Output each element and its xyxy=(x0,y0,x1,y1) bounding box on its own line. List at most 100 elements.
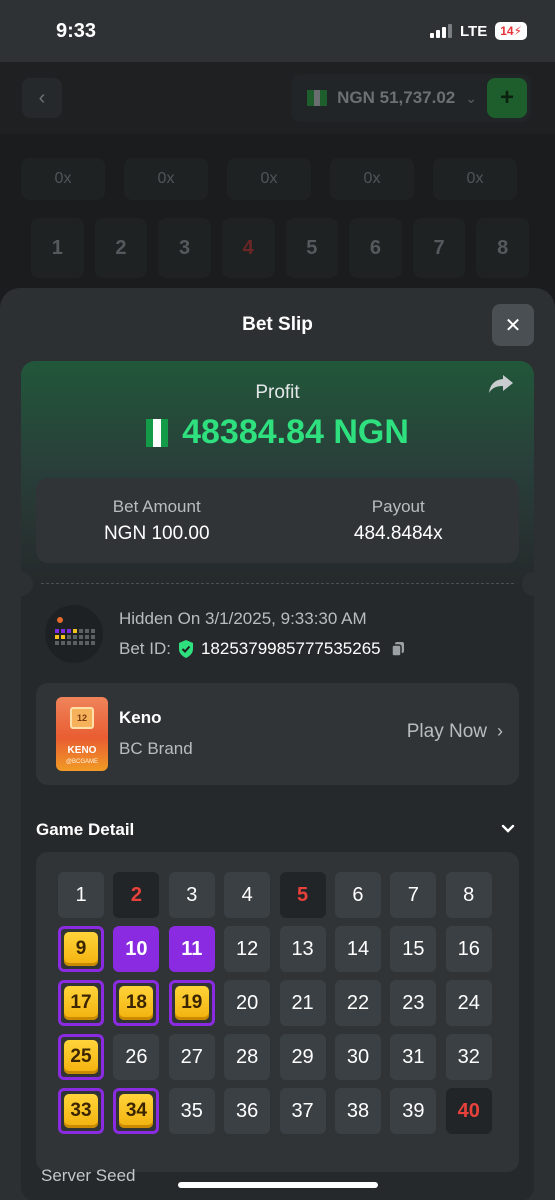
background-number-cell: 4 xyxy=(221,218,275,278)
ticket-notch-right xyxy=(522,572,534,596)
bet-amount-value: NGN 100.00 xyxy=(103,522,210,544)
game-card[interactable]: 12 KENO @BCGAME Keno BC Brand Play Now › xyxy=(36,683,519,785)
keno-cell: 30 xyxy=(334,1034,381,1080)
background-number-cell: 6 xyxy=(349,218,402,278)
keno-cell: 12 xyxy=(224,926,271,972)
keno-cell: 6 xyxy=(334,872,381,918)
keno-cell: 14 xyxy=(334,926,381,972)
close-button[interactable]: ✕ xyxy=(492,304,534,346)
keno-cell: 7 xyxy=(390,872,437,918)
keno-cell-hit: 34 xyxy=(113,1088,160,1134)
keno-cell: 27 xyxy=(168,1034,215,1080)
keno-cell-hit: 25 xyxy=(58,1034,104,1080)
thumb-grid-cell xyxy=(67,635,71,639)
chevron-down-icon[interactable] xyxy=(499,819,517,837)
payout-value: 484.8484x xyxy=(353,522,443,544)
keno-cell-drawn: 2 xyxy=(113,872,160,918)
copy-icon[interactable] xyxy=(390,641,405,657)
keno-cell: 20 xyxy=(224,980,271,1026)
keno-cell-hit: 19 xyxy=(168,980,215,1026)
shield-check-icon xyxy=(178,640,193,658)
dashed-divider xyxy=(41,583,514,584)
thumb-grid-cell xyxy=(85,629,89,633)
keno-cell: 37 xyxy=(279,1088,326,1134)
thumb-grid-cell xyxy=(91,641,95,645)
chevron-down-icon: ⌄ xyxy=(465,89,477,106)
keno-thumbnail: 12 KENO @BCGAME xyxy=(56,697,108,771)
game-topbar: ‹ NGN 51,737.02 ⌄ + xyxy=(0,62,555,134)
thumb-grid-cell xyxy=(79,629,83,633)
game-brand: BC Brand xyxy=(119,739,193,758)
keno-cell-drawn: 40 xyxy=(445,1088,492,1134)
keno-cell: 1 xyxy=(58,872,104,918)
bet-id-label: Bet ID: xyxy=(119,639,171,658)
background-number-cell: 5 xyxy=(285,218,339,278)
multiplier-row: 0x 0x 0x 0x 0x xyxy=(0,134,555,200)
thumb-grid-cell xyxy=(61,641,65,645)
keno-cell-hit: 33 xyxy=(58,1088,104,1134)
bet-slip-sheet: Bet Slip ✕ Profit 48384.84 NGN Bet Amoun… xyxy=(0,288,555,1200)
keno-number-grid: 1 2 3 4 5 6 7 8 9 10 11 12 13 14 15 16 17 18 19 20 21 22 23 24 2… xyxy=(58,872,492,1134)
back-icon[interactable]: ‹ xyxy=(22,78,62,118)
nigeria-flag-icon xyxy=(146,418,169,447)
keno-cell: 13 xyxy=(279,926,326,972)
thumb-grid-cell xyxy=(55,629,59,633)
bet-summary-box: Bet Amount NGN 100.00 Payout 484.8484x xyxy=(36,478,519,563)
keno-cell: 16 xyxy=(445,926,492,972)
status-time: 9:33 xyxy=(56,19,97,42)
keno-cell-number: 17 xyxy=(64,986,98,1020)
thumb-dot xyxy=(57,617,63,623)
background-number-cell: 3 xyxy=(158,218,211,278)
network-label: LTE xyxy=(459,22,488,40)
keno-cell-drawn: 5 xyxy=(279,872,326,918)
background-number-cell: 2 xyxy=(94,218,148,278)
keno-cell: 31 xyxy=(390,1034,437,1080)
play-now-link[interactable]: Play Now xyxy=(407,721,487,743)
number-row: 12345678 xyxy=(0,200,555,278)
keno-cell: 21 xyxy=(279,980,326,1026)
bet-amount-label: Bet Amount xyxy=(112,496,201,516)
keno-cell: 32 xyxy=(445,1034,492,1080)
keno-cell-number: 34 xyxy=(119,1094,154,1128)
keno-cell-number: 25 xyxy=(64,1040,98,1074)
signal-icon xyxy=(429,24,452,38)
keno-cell-selected: 10 xyxy=(113,926,160,972)
keno-cell: 22 xyxy=(334,980,381,1026)
thumb-grid-cell xyxy=(67,629,71,633)
keno-cell: 4 xyxy=(224,872,271,918)
keno-cell-number: 19 xyxy=(174,986,209,1020)
deposit-button[interactable]: + xyxy=(487,78,527,118)
bet-id-value: 1825379985777535265 xyxy=(200,639,381,658)
balance-text: NGN 51,737.02 xyxy=(337,88,456,107)
thumb-grid-cell xyxy=(55,641,59,645)
payout-column: Payout 484.8484x xyxy=(278,478,520,563)
keno-thumb-word: KENO xyxy=(67,745,97,756)
battery-level: 14 xyxy=(500,24,514,38)
status-indicators: LTE 14⚡ xyxy=(429,22,527,40)
keno-cell: 24 xyxy=(445,980,492,1026)
thumb-grid-cell xyxy=(73,641,77,645)
keno-cell-number: 18 xyxy=(119,986,154,1020)
battery-icon: 14⚡ xyxy=(495,22,527,40)
keno-thumb-brand: @BCGAME xyxy=(65,759,99,765)
thumb-grid-cell xyxy=(61,635,65,639)
keno-cell: 23 xyxy=(390,980,437,1026)
thumb-grid-cell xyxy=(79,635,83,639)
keno-cell-hit: 9 xyxy=(58,926,104,972)
thumb-grid-cell xyxy=(91,635,95,639)
keno-grid-box: 1 2 3 4 5 6 7 8 9 10 11 12 13 14 15 16 17 18 19 20 21 22 23 24 2… xyxy=(36,852,519,1172)
profit-amount: 48384.84 NGN xyxy=(182,413,409,451)
keno-cell: 35 xyxy=(168,1088,215,1134)
balance-selector[interactable]: NGN 51,737.02 ⌄ + xyxy=(291,74,531,122)
multiplier-cell: 0x xyxy=(21,158,105,200)
background-number-cell: 8 xyxy=(476,218,529,278)
status-bar: 9:33 LTE 14⚡ xyxy=(0,0,555,62)
thumb-grid-cell xyxy=(73,629,77,633)
server-seed-label: Server Seed xyxy=(41,1166,136,1185)
game-name: Keno xyxy=(119,708,162,727)
background-keno-game: ‹ NGN 51,737.02 ⌄ + 0x 0x 0x 0x 0x 12345678 xyxy=(0,62,555,302)
multiplier-cell: 0x xyxy=(124,158,208,200)
thumb-grid-cell xyxy=(79,641,83,645)
bet-info-row: Hidden On 3/1/2025, 9:33:30 AM Bet ID: 1… xyxy=(45,605,405,663)
thumb-grid-cell xyxy=(85,641,89,645)
